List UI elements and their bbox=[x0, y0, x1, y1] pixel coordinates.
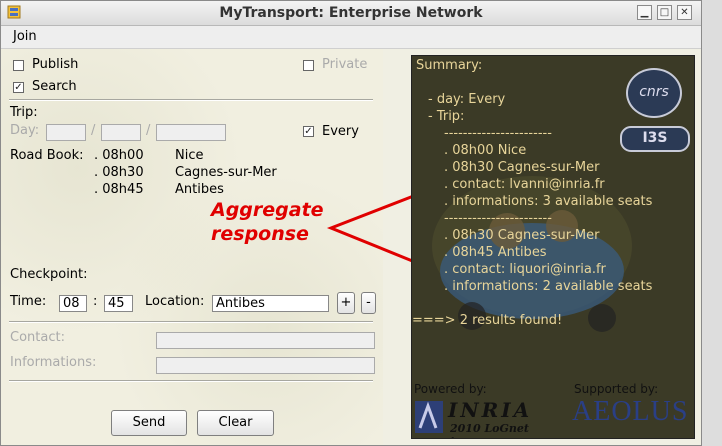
summary-line: . informations: 2 available seats bbox=[444, 279, 653, 294]
summary-line: . 08h00 Nice bbox=[444, 143, 527, 158]
i3s-logo: I3S bbox=[620, 126, 690, 152]
summary-line: . contact: liquori@inria.fr bbox=[444, 262, 606, 277]
summary-line: ----------------------- bbox=[444, 211, 552, 226]
summary-line: - Trip: bbox=[428, 109, 465, 124]
summary-line: - day: Every bbox=[428, 92, 506, 107]
summary-line: Summary: bbox=[416, 58, 483, 73]
summary-line: ----------------------- bbox=[444, 126, 552, 141]
cnrs-logo: cnrs bbox=[626, 68, 682, 118]
inria-logo: INRIA 2010 LoGnet team bbox=[414, 398, 550, 438]
summary-line: . 08h45 Antibes bbox=[444, 245, 547, 260]
aeolus-logo: AEOLUS bbox=[572, 396, 689, 427]
powered-by-label: Powered by: bbox=[414, 382, 487, 396]
summary-line: . contact: lvanni@inria.fr bbox=[444, 177, 605, 192]
summary-panel: cnrs I3S Summary: - day: Every - Trip: -… bbox=[411, 55, 695, 439]
results-count: ===> 2 results found! bbox=[412, 313, 563, 328]
supported-by-label: Supported by: bbox=[574, 382, 659, 396]
summary-line: . 08h30 Cagnes-sur-Mer bbox=[444, 160, 600, 175]
summary-line: . informations: 3 available seats bbox=[444, 194, 653, 209]
summary-line: . 08h30 Cagnes-sur-Mer bbox=[444, 228, 600, 243]
app-window: MyTransport: Enterprise Network ▁ □ ✕ Jo… bbox=[0, 0, 702, 446]
